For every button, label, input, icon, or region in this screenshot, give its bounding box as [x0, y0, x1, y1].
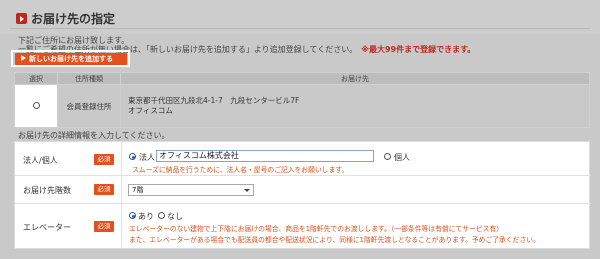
address-type-cell: 会員登録住所	[57, 84, 121, 128]
company-name-input[interactable]: オフィスコム株式会社	[156, 150, 374, 162]
select-cell[interactable]	[14, 84, 58, 128]
required-badge: 必須	[94, 221, 114, 232]
add-address-button[interactable]: 新しいお届け先を追加する	[15, 53, 127, 65]
floors-row: お届け先階数 必須 7階	[15, 176, 591, 204]
chevron-down-icon	[244, 189, 250, 192]
details-section-label: お届け先の詳細情報を入力してください。	[18, 131, 170, 140]
required-badge: 必須	[94, 184, 114, 195]
address-line: 東京都千代田区九段北4-1-7 九段センタービル7F	[128, 96, 300, 105]
play-square-icon	[16, 13, 27, 24]
elevator-note-1: エレベーターのない建物で上下階にお届けの場合、商品を1階軒先でのお渡しします。（…	[129, 225, 504, 233]
required-badge: 必須	[94, 154, 114, 165]
address-table-header: 選択 住所種類 お届け先	[14, 72, 590, 85]
corporate-label: 法人	[139, 153, 155, 162]
header-select: 選択	[14, 72, 58, 85]
address-table: 選択 住所種類 お届け先 会員登録住所 東京都千代田区九段北4-1-7 九段セン…	[14, 72, 590, 128]
page-title: お届け先の指定	[31, 12, 116, 26]
elevator-row: エレベーター 必須 あり なし エレベーターのない建物で上下階にお届けの場合、商…	[15, 204, 591, 249]
elevator-no-label: なし	[167, 212, 183, 221]
floors-label: お届け先階数	[23, 186, 71, 195]
triangle-right-icon	[21, 55, 26, 61]
individual-radio[interactable]	[384, 153, 391, 160]
header-address-type: 住所種類	[57, 72, 121, 85]
details-form: 法人/個人 必須 法人 オフィスコム株式会社 個人 スムーズに納品を行うために、…	[14, 141, 591, 249]
header-destination: お届け先	[120, 72, 590, 85]
floors-select[interactable]: 7階	[128, 184, 254, 196]
recipient-name: オフィスコム	[128, 106, 173, 115]
elevator-note-2: また、エレベーターがある場合でも配送員の都合や配送状況により、同様に1階軒先渡し…	[129, 236, 540, 244]
elevator-label: エレベーター	[23, 223, 71, 232]
add-address-button-label: 新しいお届け先を追加する	[29, 55, 113, 63]
address-select-radio[interactable]	[33, 102, 40, 109]
title-divider	[10, 28, 590, 29]
entity-label: 法人/個人	[23, 156, 58, 165]
max-limit-warning: ※最大99件まで登録できます。	[361, 45, 476, 54]
elevator-no-radio[interactable]	[158, 212, 165, 219]
entity-row: 法人/個人 必須 法人 オフィスコム株式会社 個人 スムーズに納品を行うために、…	[15, 142, 591, 176]
elevator-yes-label: あり	[138, 212, 154, 221]
entity-note: スムーズに納品を行うために、法人名・屋号のご記入をお願いします。	[132, 166, 349, 174]
table-row[interactable]: 会員登録住所 東京都千代田区九段北4-1-7 九段センタービル7F オフィスコム	[14, 84, 590, 128]
corporate-radio[interactable]	[129, 153, 136, 160]
destination-cell: 東京都千代田区九段北4-1-7 九段センタービル7F オフィスコム	[120, 84, 590, 128]
floors-select-value: 7階	[132, 186, 144, 194]
individual-label: 個人	[394, 153, 410, 162]
elevator-yes-radio[interactable]	[129, 212, 136, 219]
